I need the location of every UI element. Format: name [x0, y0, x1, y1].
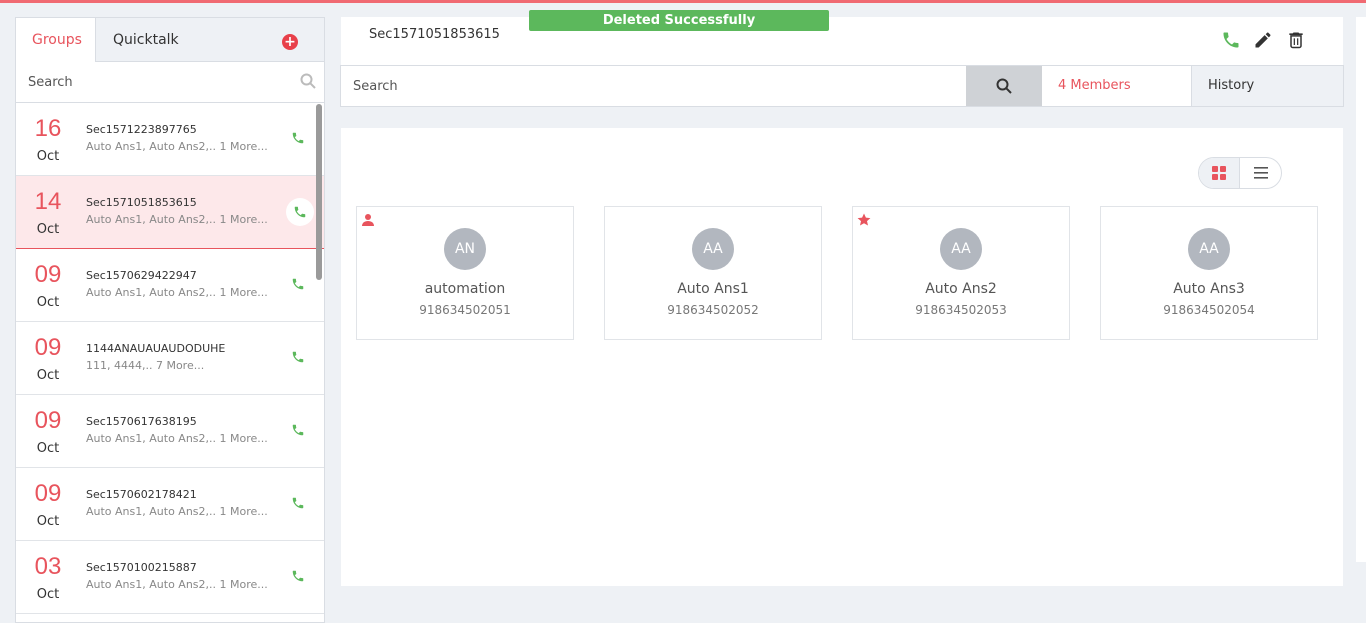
group-date-day: 09: [34, 261, 62, 288]
view-toggle: [1198, 157, 1282, 189]
group-members-summary: Auto Ans1, Auto Ans2,.. 1 More...: [86, 432, 268, 445]
group-name: 1144ANAUAUAUDODUHE: [86, 342, 226, 355]
group-title: Sec1571051853615: [369, 27, 500, 42]
group-date-day: 09: [34, 407, 62, 434]
group-date-day: 09: [34, 334, 62, 361]
group-members-summary: Auto Ans1, Auto Ans2,.. 1 More...: [86, 578, 268, 591]
phone-icon[interactable]: [291, 350, 305, 364]
avatar: AA: [940, 228, 982, 270]
group-date-day: 14: [34, 188, 62, 215]
panel-tabs: Groups Quicktalk +: [16, 18, 324, 62]
group-list-item[interactable]: 09 Oct Sec1570602178421 Auto Ans1, Auto …: [16, 468, 324, 541]
group-members-summary: Auto Ans1, Auto Ans2,.. 1 More...: [86, 140, 268, 153]
group-list-item[interactable]: 09 Oct Sec1570617638195 Auto Ans1, Auto …: [16, 395, 324, 468]
phone-icon[interactable]: [293, 205, 307, 219]
group-name: Sec1570100215887: [86, 561, 197, 574]
group-date-day: 16: [34, 115, 62, 142]
phone-icon[interactable]: [1221, 30, 1241, 50]
group-date-month: Oct: [36, 149, 60, 164]
tab-groups[interactable]: Groups: [16, 18, 96, 62]
group-list-item[interactable]: 14 Oct Sec1571051853615 Auto Ans1, Auto …: [16, 176, 324, 249]
members-tab[interactable]: 4 Members: [1042, 66, 1192, 106]
member-search-input[interactable]: [341, 66, 966, 106]
group-date-month: Oct: [36, 295, 60, 310]
search-icon: [996, 78, 1012, 94]
star-icon: [857, 213, 871, 226]
members-content: AN automation 918634502051 AA Auto Ans1 …: [341, 128, 1343, 586]
group-date-day: 03: [34, 553, 62, 580]
toast-message: Deleted Successfully: [529, 10, 829, 31]
member-phone: 918634502052: [667, 303, 759, 317]
group-header: Sec1571051853615: [341, 17, 1343, 65]
groups-panel: Groups Quicktalk + 16 Oct Sec15712238977…: [15, 17, 325, 623]
member-toolbar: 4 Members History: [340, 65, 1344, 107]
member-card[interactable]: AA Auto Ans2 918634502053: [852, 206, 1070, 340]
grid-view-button[interactable]: [1199, 158, 1241, 188]
add-group-button[interactable]: +: [282, 34, 298, 50]
avatar: AN: [444, 228, 486, 270]
grid-icon: [1212, 166, 1226, 180]
member-phone: 918634502051: [419, 303, 511, 317]
member-phone: 918634502054: [1163, 303, 1255, 317]
member-name: Auto Ans2: [925, 281, 997, 297]
group-name: Sec1570617638195: [86, 415, 197, 428]
group-date-month: Oct: [36, 514, 60, 529]
group-members-summary: Auto Ans1, Auto Ans2,.. 1 More...: [86, 505, 268, 518]
search-button[interactable]: [966, 66, 1042, 106]
group-list-item[interactable]: 03 Oct Sec1570100215887 Auto Ans1, Auto …: [16, 541, 324, 614]
tab-quicktalk[interactable]: Quicktalk: [96, 18, 195, 62]
group-name: Sec1571051853615: [86, 196, 197, 209]
avatar: AA: [692, 228, 734, 270]
list-view-button[interactable]: [1240, 158, 1281, 188]
group-list-item[interactable]: 09 Oct 1144ANAUAUAUDODUHE 111, 4444,.. 7…: [16, 322, 324, 395]
list-icon: [1253, 167, 1268, 179]
group-members-summary: 111, 4444,.. 7 More...: [86, 359, 205, 372]
user-icon: [362, 214, 374, 226]
group-date-month: Oct: [36, 222, 60, 237]
member-name: automation: [424, 281, 506, 297]
member-card[interactable]: AA Auto Ans1 918634502052: [604, 206, 822, 340]
group-members-summary: Auto Ans1, Auto Ans2,.. 1 More...: [86, 213, 268, 226]
history-tab[interactable]: History: [1192, 66, 1343, 106]
member-card[interactable]: AA Auto Ans3 918634502054: [1100, 206, 1318, 340]
group-search-input[interactable]: [16, 62, 324, 102]
group-date-month: Oct: [36, 368, 60, 383]
group-search: [16, 62, 324, 103]
phone-icon[interactable]: [291, 496, 305, 510]
group-list-item[interactable]: 16 Oct Sec1571223897765 Auto Ans1, Auto …: [16, 103, 324, 176]
phone-icon[interactable]: [291, 277, 305, 291]
call-button[interactable]: [286, 198, 314, 226]
pencil-icon[interactable]: [1253, 30, 1273, 50]
list-scrollbar[interactable]: [316, 104, 322, 280]
group-list: 16 Oct Sec1571223897765 Auto Ans1, Auto …: [16, 103, 324, 614]
phone-icon[interactable]: [291, 423, 305, 437]
group-name: Sec1570629422947: [86, 269, 197, 282]
member-phone: 918634502053: [915, 303, 1007, 317]
group-date-month: Oct: [36, 587, 60, 602]
member-name: Auto Ans3: [1173, 281, 1245, 297]
trash-icon[interactable]: [1286, 30, 1306, 50]
avatar: AA: [1188, 228, 1230, 270]
group-name: Sec1570602178421: [86, 488, 197, 501]
group-members-summary: Auto Ans1, Auto Ans2,.. 1 More...: [86, 286, 268, 299]
member-card[interactable]: AN automation 918634502051: [356, 206, 574, 340]
group-name: Sec1571223897765: [86, 123, 197, 136]
search-icon[interactable]: [300, 73, 316, 89]
page-scrollbar[interactable]: [1356, 17, 1366, 562]
group-date-month: Oct: [36, 441, 60, 456]
group-list-item[interactable]: 09 Oct Sec1570629422947 Auto Ans1, Auto …: [16, 249, 324, 322]
top-accent-line: [0, 0, 1366, 3]
phone-icon[interactable]: [291, 569, 305, 583]
group-date-day: 09: [34, 480, 62, 507]
member-name: Auto Ans1: [677, 281, 749, 297]
phone-icon[interactable]: [291, 131, 305, 145]
